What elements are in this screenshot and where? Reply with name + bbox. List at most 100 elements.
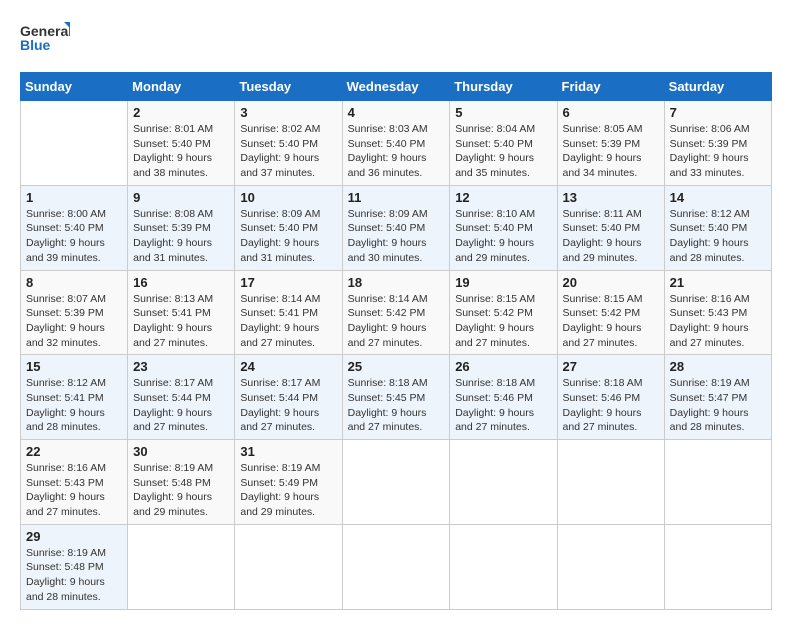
calendar-day-16: 16 Sunrise: 8:13 AMSunset: 5:41 PMDayligh…	[128, 270, 235, 355]
day-info: Sunrise: 8:18 AMSunset: 5:45 PMDaylight:…	[348, 377, 428, 433]
day-info: Sunrise: 8:02 AMSunset: 5:40 PMDaylight:…	[240, 123, 320, 179]
calendar-day-15: 15Sunrise: 8:12 AMSunset: 5:41 PMDayligh…	[21, 355, 128, 440]
day-info: Sunrise: 8:12 AMSunset: 5:41 PMDaylight:…	[26, 377, 106, 433]
calendar-day-30: 30 Sunrise: 8:19 AMSunset: 5:48 PMDayligh…	[128, 440, 235, 525]
day-number: 30	[133, 444, 229, 459]
day-info: Sunrise: 8:12 AMSunset: 5:40 PMDaylight:…	[670, 208, 750, 264]
day-info: Sunrise: 8:01 AMSunset: 5:40 PMDaylight:…	[133, 123, 213, 179]
day-number: 4	[348, 105, 445, 120]
calendar-empty-cell	[557, 440, 664, 525]
day-number: 3	[240, 105, 336, 120]
day-info: Sunrise: 8:00 AMSunset: 5:40 PMDaylight:…	[26, 208, 106, 264]
calendar-day-23: 23 Sunrise: 8:17 AMSunset: 5:44 PMDayligh…	[128, 355, 235, 440]
calendar-week-row: 1 Sunrise: 8:00 AMSunset: 5:40 PMDaylight…	[21, 185, 772, 270]
calendar-empty-cell	[21, 101, 128, 186]
day-info: Sunrise: 8:17 AMSunset: 5:44 PMDaylight:…	[133, 377, 213, 433]
day-info: Sunrise: 8:10 AMSunset: 5:40 PMDaylight:…	[455, 208, 535, 264]
day-info: Sunrise: 8:09 AMSunset: 5:40 PMDaylight:…	[348, 208, 428, 264]
day-info: Sunrise: 8:14 AMSunset: 5:42 PMDaylight:…	[348, 293, 428, 349]
day-info: Sunrise: 8:07 AMSunset: 5:39 PMDaylight:…	[26, 293, 106, 349]
calendar-day-26: 26 Sunrise: 8:18 AMSunset: 5:46 PMDayligh…	[450, 355, 557, 440]
day-info: Sunrise: 8:16 AMSunset: 5:43 PMDaylight:…	[670, 293, 750, 349]
day-number: 23	[133, 359, 229, 374]
day-info: Sunrise: 8:11 AMSunset: 5:40 PMDaylight:…	[563, 208, 642, 264]
day-number: 16	[133, 275, 229, 290]
day-info: Sunrise: 8:04 AMSunset: 5:40 PMDaylight:…	[455, 123, 535, 179]
day-number: 21	[670, 275, 766, 290]
calendar-day-12: 12 Sunrise: 8:10 AMSunset: 5:40 PMDayligh…	[450, 185, 557, 270]
day-number: 18	[348, 275, 445, 290]
calendar-day-24: 24 Sunrise: 8:17 AMSunset: 5:44 PMDayligh…	[235, 355, 342, 440]
calendar-day-25: 25 Sunrise: 8:18 AMSunset: 5:45 PMDayligh…	[342, 355, 450, 440]
calendar-day-29: 29 Sunrise: 8:19 AMSunset: 5:48 PMDayligh…	[21, 524, 128, 609]
day-number: 17	[240, 275, 336, 290]
calendar-header-row: SundayMondayTuesdayWednesdayThursdayFrid…	[21, 73, 772, 101]
calendar-day-18: 18 Sunrise: 8:14 AMSunset: 5:42 PMDayligh…	[342, 270, 450, 355]
calendar-day-9: 9Sunrise: 8:08 AMSunset: 5:39 PMDaylight…	[128, 185, 235, 270]
day-info: Sunrise: 8:06 AMSunset: 5:39 PMDaylight:…	[670, 123, 750, 179]
header-thursday: Thursday	[450, 73, 557, 101]
calendar-empty-cell	[557, 524, 664, 609]
calendar-week-row: 8Sunrise: 8:07 AMSunset: 5:39 PMDaylight…	[21, 270, 772, 355]
day-number: 31	[240, 444, 336, 459]
calendar-day-3: 3 Sunrise: 8:02 AMSunset: 5:40 PMDaylight…	[235, 101, 342, 186]
header: General Blue	[20, 20, 772, 56]
calendar-day-4: 4 Sunrise: 8:03 AMSunset: 5:40 PMDaylight…	[342, 101, 450, 186]
day-info: Sunrise: 8:03 AMSunset: 5:40 PMDaylight:…	[348, 123, 428, 179]
day-number: 29	[26, 529, 122, 544]
day-info: Sunrise: 8:19 AMSunset: 5:47 PMDaylight:…	[670, 377, 750, 433]
calendar-day-17: 17 Sunrise: 8:14 AMSunset: 5:41 PMDayligh…	[235, 270, 342, 355]
day-number: 5	[455, 105, 551, 120]
calendar-day-20: 20 Sunrise: 8:15 AMSunset: 5:42 PMDayligh…	[557, 270, 664, 355]
day-info: Sunrise: 8:15 AMSunset: 5:42 PMDaylight:…	[455, 293, 535, 349]
calendar-day-7: 7Sunrise: 8:06 AMSunset: 5:39 PMDaylight…	[664, 101, 771, 186]
header-monday: Monday	[128, 73, 235, 101]
day-info: Sunrise: 8:17 AMSunset: 5:44 PMDaylight:…	[240, 377, 320, 433]
day-number: 20	[563, 275, 659, 290]
calendar-empty-cell	[235, 524, 342, 609]
day-info: Sunrise: 8:13 AMSunset: 5:41 PMDaylight:…	[133, 293, 213, 349]
day-number: 9	[133, 190, 229, 205]
calendar-day-11: 11 Sunrise: 8:09 AMSunset: 5:40 PMDayligh…	[342, 185, 450, 270]
day-number: 28	[670, 359, 766, 374]
day-info: Sunrise: 8:18 AMSunset: 5:46 PMDaylight:…	[563, 377, 643, 433]
day-number: 14	[670, 190, 766, 205]
calendar-empty-cell	[664, 440, 771, 525]
calendar-day-8: 8Sunrise: 8:07 AMSunset: 5:39 PMDaylight…	[21, 270, 128, 355]
day-number: 25	[348, 359, 445, 374]
day-number: 11	[348, 190, 445, 205]
logo-svg: General Blue	[20, 20, 70, 56]
calendar-week-row: 15Sunrise: 8:12 AMSunset: 5:41 PMDayligh…	[21, 355, 772, 440]
calendar-day-19: 19Sunrise: 8:15 AMSunset: 5:42 PMDayligh…	[450, 270, 557, 355]
day-info: Sunrise: 8:09 AMSunset: 5:40 PMDaylight:…	[240, 208, 320, 264]
calendar-day-14: 14 Sunrise: 8:12 AMSunset: 5:40 PMDayligh…	[664, 185, 771, 270]
day-number: 26	[455, 359, 551, 374]
calendar-day-31: 31 Sunrise: 8:19 AMSunset: 5:49 PMDayligh…	[235, 440, 342, 525]
day-info: Sunrise: 8:18 AMSunset: 5:46 PMDaylight:…	[455, 377, 535, 433]
calendar-day-1: 1 Sunrise: 8:00 AMSunset: 5:40 PMDaylight…	[21, 185, 128, 270]
day-number: 1	[26, 190, 122, 205]
header-friday: Friday	[557, 73, 664, 101]
calendar-day-21: 21 Sunrise: 8:16 AMSunset: 5:43 PMDayligh…	[664, 270, 771, 355]
header-saturday: Saturday	[664, 73, 771, 101]
day-info: Sunrise: 8:14 AMSunset: 5:41 PMDaylight:…	[240, 293, 320, 349]
day-number: 2	[133, 105, 229, 120]
day-number: 24	[240, 359, 336, 374]
header-tuesday: Tuesday	[235, 73, 342, 101]
day-number: 22	[26, 444, 122, 459]
calendar-day-28: 28 Sunrise: 8:19 AMSunset: 5:47 PMDayligh…	[664, 355, 771, 440]
day-info: Sunrise: 8:19 AMSunset: 5:48 PMDaylight:…	[133, 462, 213, 518]
day-number: 13	[563, 190, 659, 205]
day-number: 12	[455, 190, 551, 205]
calendar-empty-cell	[664, 524, 771, 609]
day-info: Sunrise: 8:15 AMSunset: 5:42 PMDaylight:…	[563, 293, 643, 349]
svg-text:Blue: Blue	[20, 37, 51, 53]
day-number: 10	[240, 190, 336, 205]
day-number: 6	[563, 105, 659, 120]
calendar-empty-cell	[128, 524, 235, 609]
day-info: Sunrise: 8:19 AMSunset: 5:48 PMDaylight:…	[26, 547, 106, 603]
calendar-week-row: 29 Sunrise: 8:19 AMSunset: 5:48 PMDayligh…	[21, 524, 772, 609]
calendar-day-13: 13 Sunrise: 8:11 AMSunset: 5:40 PMDayligh…	[557, 185, 664, 270]
calendar-week-row: 22Sunrise: 8:16 AMSunset: 5:43 PMDayligh…	[21, 440, 772, 525]
day-info: Sunrise: 8:19 AMSunset: 5:49 PMDaylight:…	[240, 462, 320, 518]
